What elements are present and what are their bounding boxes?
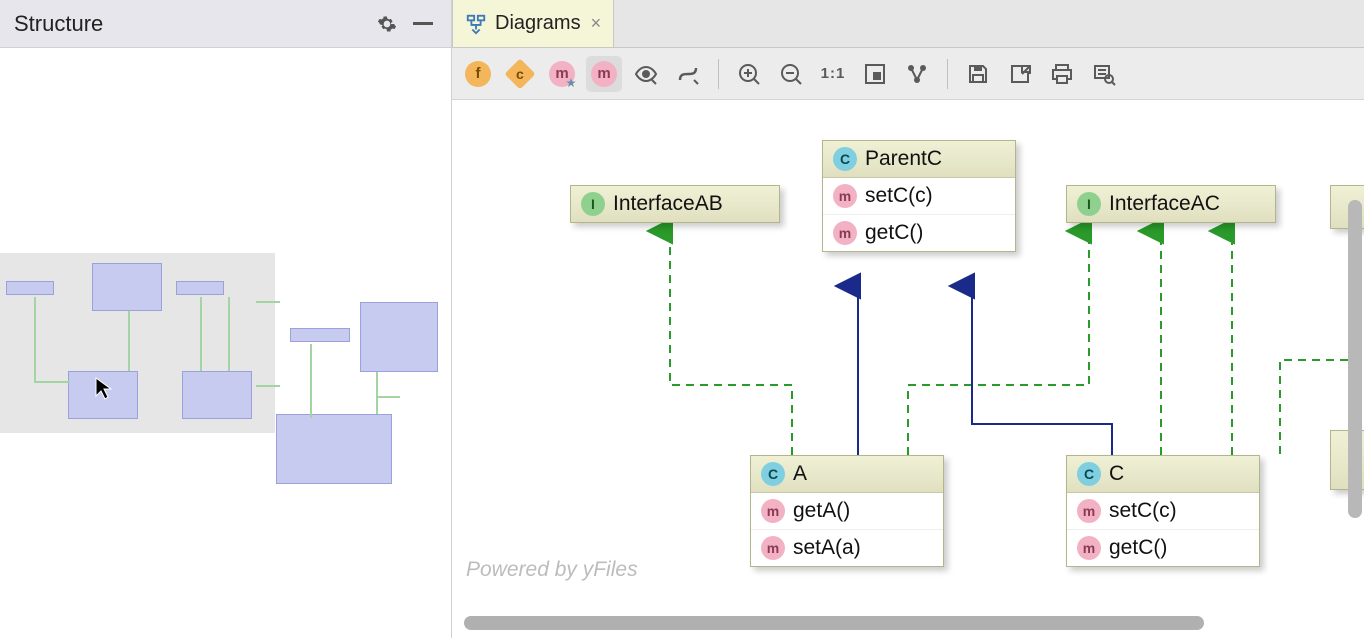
vertical-scrollbar[interactable]: [1348, 200, 1362, 518]
node-c[interactable]: C C m setC(c) m getC(): [1066, 455, 1260, 567]
method-icon: m: [1077, 536, 1101, 560]
zoom-in-icon: [737, 62, 761, 86]
minimap-viewport: [0, 253, 275, 433]
member-row: m getA(): [751, 493, 943, 529]
node-header: C ParentC: [823, 141, 1015, 178]
member-name: getC(): [1109, 536, 1167, 560]
method-icon: m: [1077, 499, 1101, 523]
gear-icon[interactable]: [373, 10, 401, 38]
node-interface-ac[interactable]: I InterfaceAC: [1066, 185, 1276, 223]
minimize-icon[interactable]: [409, 10, 437, 38]
node-header: C A: [751, 456, 943, 493]
find-icon: [1092, 62, 1116, 86]
fit-icon: [863, 62, 887, 86]
structure-panel: Structure: [0, 0, 452, 638]
node-interface-ab[interactable]: I InterfaceAB: [570, 185, 780, 223]
zoom-out-icon: [779, 62, 803, 86]
toolbar-separator: [947, 59, 948, 89]
diagram-panel: Diagrams × f c m m 1:1: [452, 0, 1364, 638]
zoom-in-button[interactable]: [731, 56, 767, 92]
tab-label: Diagrams: [495, 12, 581, 35]
method-icon: m: [833, 221, 857, 245]
member-name: setA(a): [793, 536, 861, 560]
member-row: m getC(): [1067, 529, 1259, 566]
node-name: A: [793, 462, 807, 486]
method-icon: m: [761, 499, 785, 523]
node-name: InterfaceAB: [613, 192, 723, 216]
node-name: C: [1109, 462, 1124, 486]
member-row: m setA(a): [751, 529, 943, 566]
horizontal-scrollbar[interactable]: [464, 614, 1334, 632]
curve-icon: [676, 62, 700, 86]
powered-by-label: Powered by yFiles: [466, 558, 638, 582]
zoom-out-button[interactable]: [773, 56, 809, 92]
tabbar: Diagrams ×: [452, 0, 1364, 48]
export-button[interactable]: [1002, 56, 1038, 92]
node-name: ParentC: [865, 147, 942, 171]
filter-methods-star-button[interactable]: m: [544, 56, 580, 92]
layout-icon: [905, 62, 929, 86]
print-button[interactable]: [1044, 56, 1080, 92]
tab-close-icon[interactable]: ×: [591, 13, 602, 34]
filter-constructors-button[interactable]: c: [502, 56, 538, 92]
visibility-button[interactable]: [628, 56, 664, 92]
find-button[interactable]: [1086, 56, 1122, 92]
export-icon: [1008, 62, 1032, 86]
interface-icon: I: [581, 192, 605, 216]
method-icon: m: [833, 184, 857, 208]
save-button[interactable]: [960, 56, 996, 92]
save-icon: [966, 62, 990, 86]
node-header: I InterfaceAC: [1067, 186, 1275, 222]
member-name: setC(c): [865, 184, 933, 208]
edge-style-button[interactable]: [670, 56, 706, 92]
layout-button[interactable]: [899, 56, 935, 92]
actual-size-button[interactable]: 1:1: [815, 56, 851, 92]
filter-methods-button[interactable]: m: [586, 56, 622, 92]
minimap[interactable]: [0, 48, 451, 638]
member-name: setC(c): [1109, 499, 1177, 523]
method-icon: m: [761, 536, 785, 560]
toolbar: f c m m 1:1: [452, 48, 1364, 100]
print-icon: [1050, 62, 1074, 86]
member-name: getA(): [793, 499, 850, 523]
node-header: I InterfaceAB: [571, 186, 779, 222]
node-name: InterfaceAC: [1109, 192, 1220, 216]
node-header: C C: [1067, 456, 1259, 493]
class-icon: C: [761, 462, 785, 486]
member-row: m setC(c): [823, 178, 1015, 214]
structure-header: Structure: [0, 0, 451, 48]
diagram-tab-icon: [465, 13, 487, 35]
node-a[interactable]: C A m getA() m setA(a): [750, 455, 944, 567]
eye-icon: [634, 62, 658, 86]
member-name: getC(): [865, 221, 923, 245]
class-icon: C: [833, 147, 857, 171]
tab-diagrams[interactable]: Diagrams ×: [452, 0, 614, 47]
structure-title: Structure: [14, 11, 373, 37]
member-row: m setC(c): [1067, 493, 1259, 529]
filter-fields-button[interactable]: f: [460, 56, 496, 92]
fit-content-button[interactable]: [857, 56, 893, 92]
cursor-icon: [94, 376, 118, 400]
interface-icon: I: [1077, 192, 1101, 216]
diagram-canvas[interactable]: I InterfaceAB C ParentC m setC(c) m getC…: [452, 100, 1364, 638]
member-row: m getC(): [823, 214, 1015, 251]
node-parent-c[interactable]: C ParentC m setC(c) m getC(): [822, 140, 1016, 252]
toolbar-separator: [718, 59, 719, 89]
star-overlay-icon: [565, 77, 577, 89]
class-icon: C: [1077, 462, 1101, 486]
